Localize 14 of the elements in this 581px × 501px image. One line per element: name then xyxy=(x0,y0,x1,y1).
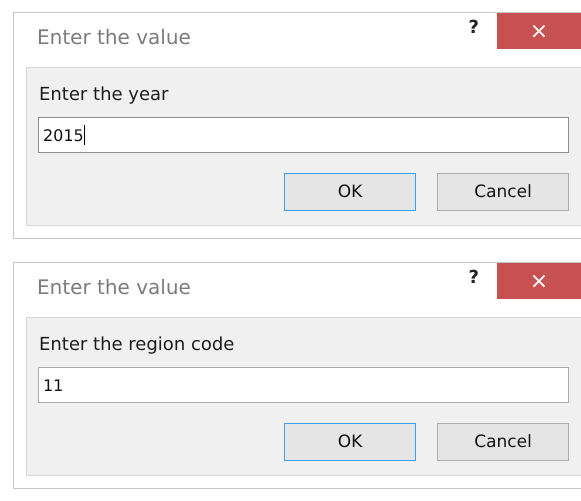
input-field[interactable]: 2015 xyxy=(38,117,569,153)
help-button[interactable]: ? xyxy=(468,17,479,38)
ok-button[interactable]: OK xyxy=(284,173,416,211)
prompt-label: Enter the region code xyxy=(39,334,236,355)
window-title: Enter the value xyxy=(37,275,192,299)
help-button[interactable]: ? xyxy=(468,267,479,288)
window-title: Enter the value xyxy=(37,25,192,49)
cancel-button[interactable]: Cancel xyxy=(437,173,569,211)
ok-button[interactable]: OK xyxy=(284,423,416,461)
prompt-label: Enter the year xyxy=(39,84,170,105)
input-field[interactable]: 11 xyxy=(38,367,569,403)
close-button[interactable]: × xyxy=(497,13,581,49)
cancel-button[interactable]: Cancel xyxy=(437,423,569,461)
close-button[interactable]: × xyxy=(497,263,581,299)
